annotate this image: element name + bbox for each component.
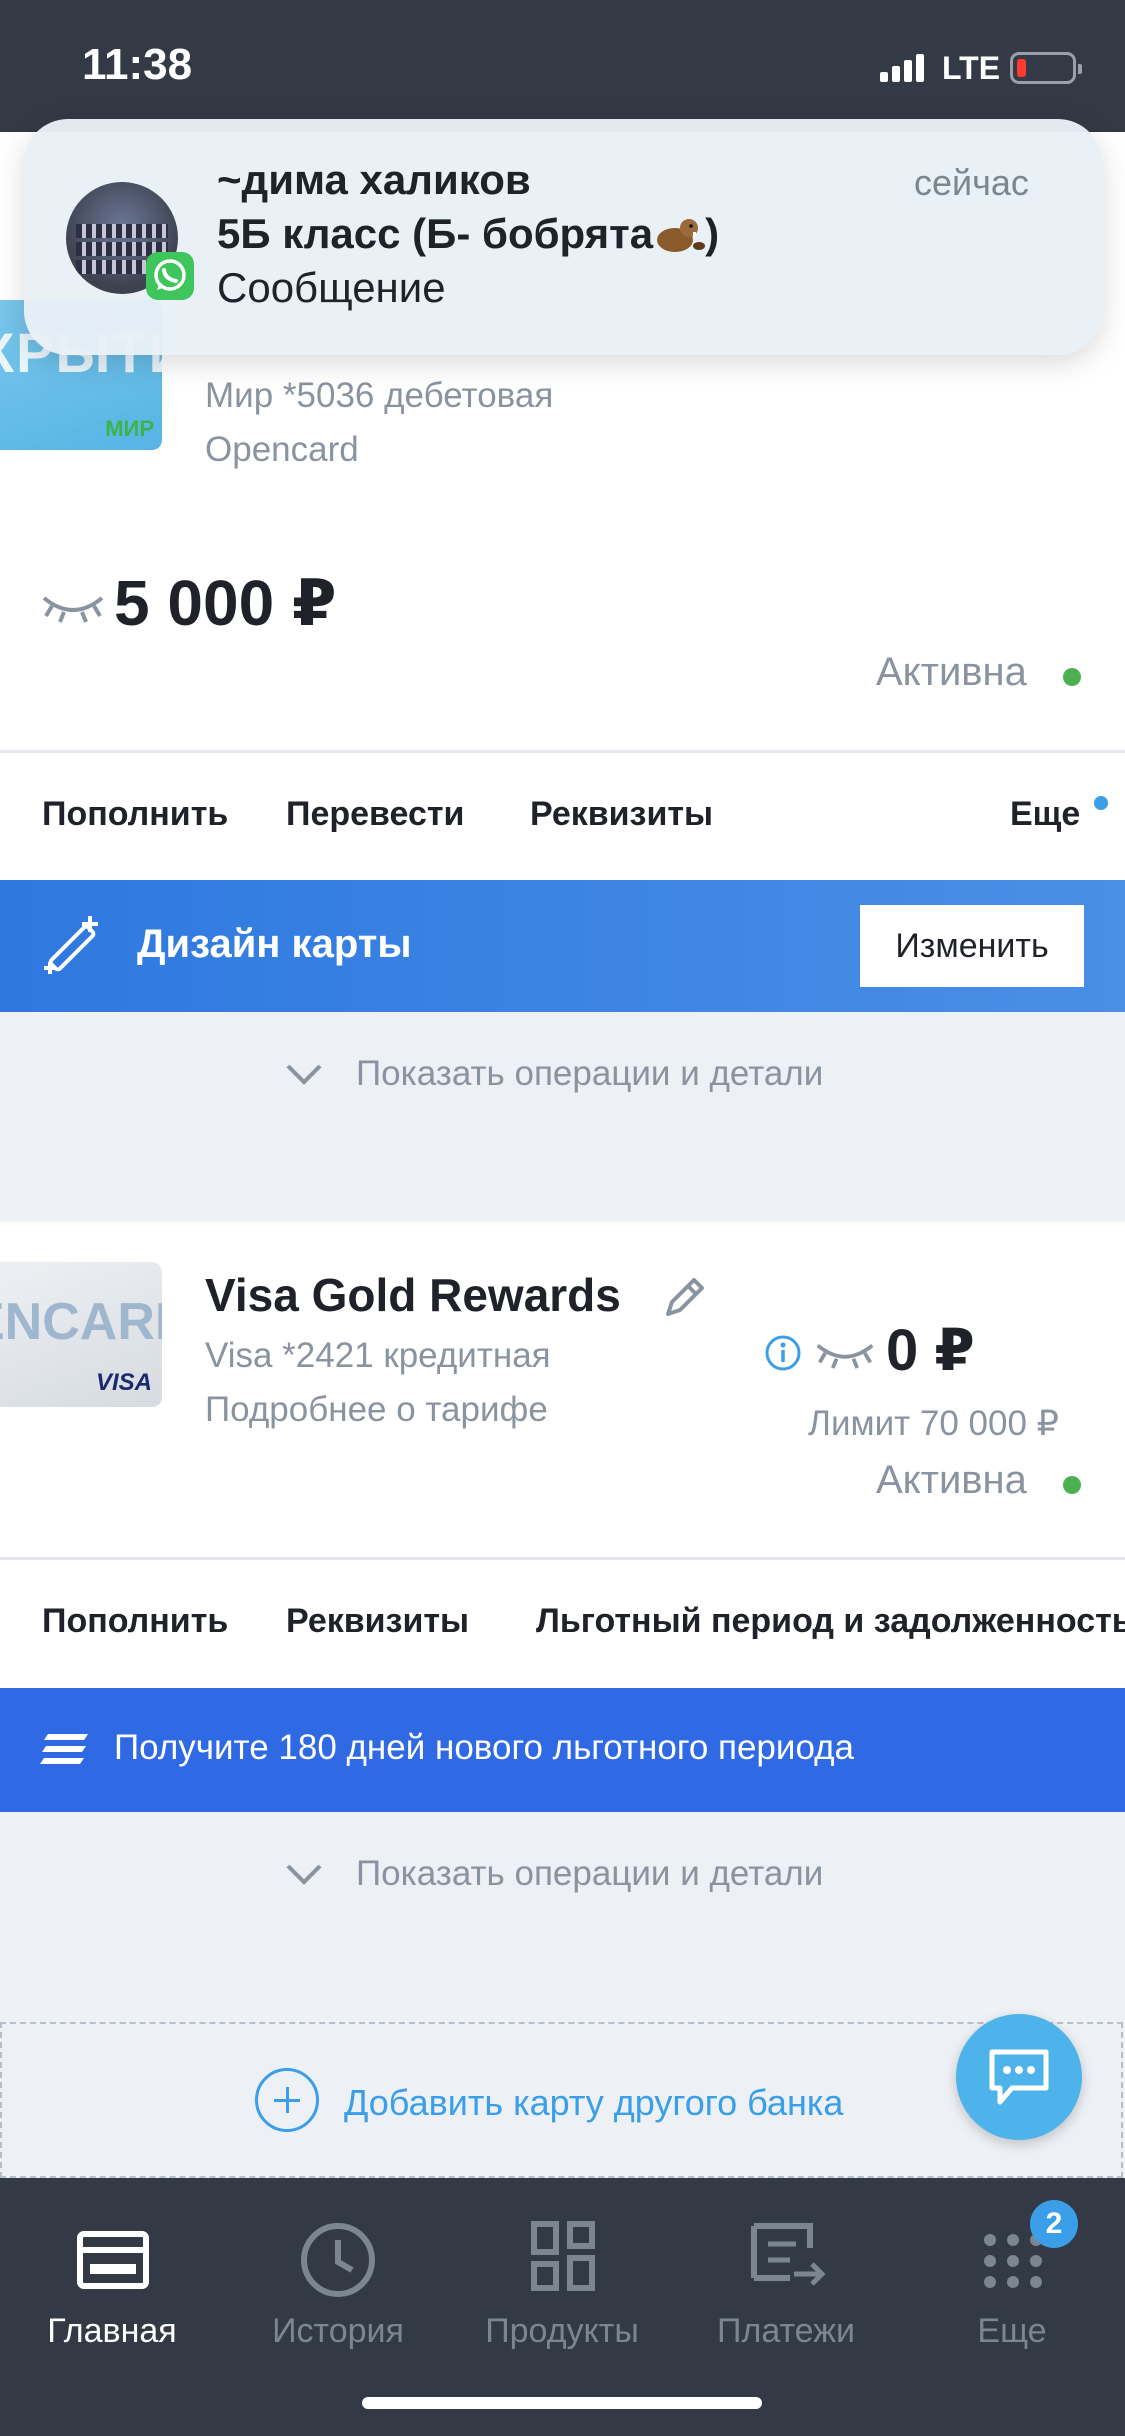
card-balance: 5 000 ₽	[114, 567, 337, 639]
clock-icon[interactable]	[298, 2220, 378, 2300]
hide-balance-eye-icon[interactable]	[40, 588, 106, 624]
tab-home[interactable]: Главная	[12, 2312, 212, 2351]
add-other-bank-label[interactable]: Добавить карту другого банка	[344, 2082, 843, 2124]
magic-wand-icon	[44, 916, 98, 974]
add-circle-icon	[255, 2068, 319, 2132]
credit-limit: Лимит 70 000 ₽	[808, 1404, 1059, 1443]
action-top-up[interactable]: Пополнить	[42, 795, 228, 834]
action-transfer[interactable]: Перевести	[286, 795, 464, 834]
action-top-up[interactable]: Пополнить	[42, 1602, 228, 1641]
network-type: LTE	[942, 50, 1001, 86]
info-icon[interactable]	[764, 1334, 802, 1372]
design-banner-title: Дизайн карты	[137, 922, 412, 966]
card-balance: 0 ₽	[886, 1318, 975, 1383]
whatsapp-icon	[146, 252, 194, 300]
status-dot	[1063, 668, 1081, 686]
notification-group: 5Б класс (Б- бобрята )	[217, 210, 720, 257]
show-operations-label[interactable]: Показать операции и детали	[356, 1854, 823, 1894]
signal-icon	[880, 54, 924, 82]
transfer-icon[interactable]	[750, 2218, 828, 2296]
more-notification-dot	[1094, 796, 1108, 810]
tab-more[interactable]: Еще	[912, 2312, 1112, 2351]
card-number-type: Visa *2421 кредитная	[205, 1336, 551, 1375]
status-time: 11:38	[82, 40, 193, 89]
tab-history[interactable]: История	[238, 2312, 438, 2351]
tariff-details-link[interactable]: Подробнее о тарифе	[205, 1390, 548, 1430]
tab-payments[interactable]: Платежи	[686, 2312, 886, 2351]
notification-sender: ~дима халиков	[217, 156, 531, 203]
card-number-type: Мир *5036 дебетовая	[205, 376, 554, 415]
grid-icon[interactable]	[530, 2220, 596, 2292]
chevron-down-icon	[286, 1064, 322, 1085]
status-dot	[1063, 1476, 1081, 1494]
battery-icon	[1010, 52, 1082, 84]
card-image-visa[interactable]: ENCARD VISA	[0, 1262, 162, 1407]
chevron-down-icon	[286, 1864, 322, 1885]
hide-balance-eye-icon[interactable]	[814, 1336, 876, 1370]
card2-actions-bar: Пополнить Реквизиты Льготный период и за…	[0, 1560, 1125, 1688]
show-operations-label[interactable]: Показать операции и детали	[356, 1054, 823, 1094]
more-badge: 2	[1030, 2200, 1078, 2248]
card-product-name: Opencard	[205, 430, 359, 469]
stack-lines-icon	[40, 1734, 88, 1764]
action-requisites[interactable]: Реквизиты	[286, 1602, 469, 1641]
card-status: Активна	[876, 1458, 1027, 1502]
tab-products[interactable]: Продукты	[462, 2312, 662, 2351]
card-icon[interactable]	[76, 2230, 150, 2290]
pencil-icon[interactable]	[660, 1274, 708, 1322]
chat-icon	[989, 2049, 1049, 2105]
action-grace-period[interactable]: Льготный период и задолженность	[536, 1602, 1125, 1641]
action-more[interactable]: Еще	[1010, 795, 1080, 834]
chat-button[interactable]	[956, 2014, 1082, 2140]
beaver-emoji-icon	[657, 219, 706, 252]
card-status: Активна	[876, 650, 1027, 694]
card-title: Visa Gold Rewards	[205, 1269, 621, 1321]
notification-message: Сообщение	[217, 264, 446, 311]
promo-text[interactable]: Получите 180 дней нового льготного перио…	[114, 1728, 854, 1768]
change-design-button[interactable]: Изменить	[860, 905, 1084, 987]
notification-time: сейчас	[914, 162, 1029, 203]
home-indicator	[362, 2397, 762, 2409]
action-requisites[interactable]: Реквизиты	[530, 795, 713, 834]
